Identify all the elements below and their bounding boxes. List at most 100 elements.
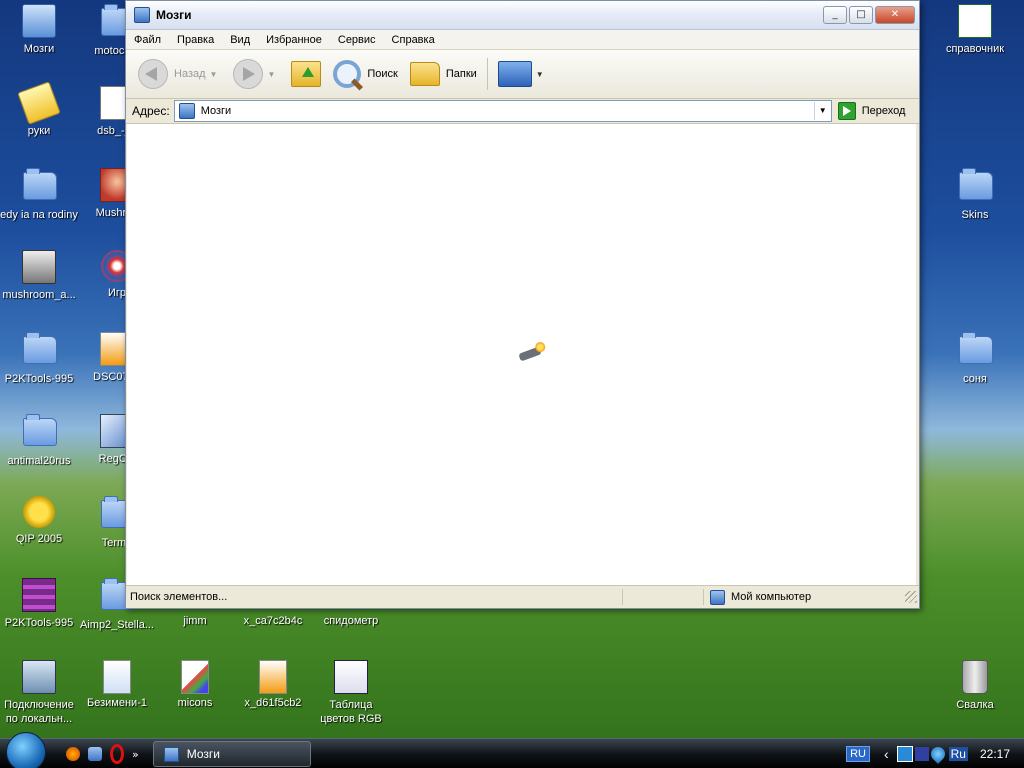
system-tray: RU ‹ Ru 22:17 <box>846 739 1024 768</box>
menu-edit[interactable]: Правка <box>169 34 222 46</box>
desktop-icon-label: Подключение по локальн... <box>4 699 74 725</box>
computer-icon <box>22 4 56 38</box>
desktop-icon-qip[interactable]: QIP 2005 <box>0 496 78 546</box>
go-arrow-icon <box>837 102 856 120</box>
desktop-icon-label: P2KTools-995 <box>4 373 74 385</box>
minimize-button[interactable]: _ <box>823 6 847 24</box>
desktop-icon-label: Мозги <box>23 43 55 55</box>
taskbar-button-mozgi[interactable]: Мозги <box>152 741 311 767</box>
quick-launch: » <box>66 744 139 764</box>
desktop-icon-label: mushroom_a... <box>2 289 76 301</box>
status-bar: Поиск элементов... Мой компьютер <box>126 585 919 608</box>
word-doc-icon <box>334 660 368 694</box>
desktop-icon-label: Безимени-1 <box>87 697 147 709</box>
chevron-down-icon[interactable]: ▼ <box>267 70 275 79</box>
desktop-icon-network[interactable]: Подключение по локальн... <box>0 660 78 726</box>
window-title: Мозги <box>156 8 192 22</box>
up-button[interactable] <box>285 56 327 92</box>
desktop-icon-x-d61f[interactable]: x_d61f5cb2 <box>234 660 312 710</box>
toolbar: Назад ▼ ▼ Поиск Папки ▼ <box>126 50 919 99</box>
explorer-window[interactable]: Мозги _ □ ✕ Файл Правка Вид Избранное Се… <box>125 0 920 609</box>
tray-app-icon[interactable] <box>896 746 913 762</box>
desktop-icon-label: соня <box>963 373 987 385</box>
folders-button[interactable]: Папки <box>404 56 483 92</box>
forward-button[interactable]: ▼ <box>227 56 285 92</box>
folder-icon <box>23 332 57 368</box>
desktop-icon-edy[interactable]: edy ia na rodiny <box>0 168 78 222</box>
desktop-icon-svalka[interactable]: Свалка <box>936 660 1014 712</box>
app-icon <box>22 250 56 284</box>
desktop-icon-mushroom-a[interactable]: mushroom_a... <box>0 250 78 302</box>
menu-file[interactable]: Файл <box>126 34 169 46</box>
doc-icon <box>179 660 211 694</box>
firefox-icon[interactable] <box>66 747 80 761</box>
status-pane <box>622 589 703 605</box>
desktop-icon-rgb-table[interactable]: Таблица цветов RGB <box>312 660 390 726</box>
status-zone-label: Мой компьютер <box>731 591 812 603</box>
desktop-icon-antimal[interactable]: antimal20rus <box>0 414 78 468</box>
show-desktop-icon[interactable] <box>88 747 102 761</box>
status-zone: Мой компьютер <box>703 589 919 605</box>
go-button[interactable]: Переход <box>837 102 906 120</box>
desktop-icon-ruki[interactable]: руки <box>0 81 78 138</box>
menu-tools[interactable]: Сервис <box>330 34 384 46</box>
folder-icon <box>23 168 57 204</box>
desktop-icon-label: Aimp2_Stella... <box>80 619 154 631</box>
search-label: Поиск <box>367 68 398 80</box>
start-button[interactable] <box>6 732 46 768</box>
address-dropdown-button[interactable]: ▼ <box>813 102 831 120</box>
back-button[interactable]: Назад ▼ <box>132 56 227 92</box>
language-indicator[interactable]: RU <box>846 746 870 762</box>
desktop-icon-p2ktools-folder[interactable]: P2KTools-995 <box>0 332 78 386</box>
folder-icon <box>959 332 993 368</box>
tray-drop-icon[interactable] <box>927 744 948 764</box>
close-button[interactable]: ✕ <box>875 6 915 24</box>
chevron-down-icon[interactable]: ▼ <box>536 70 544 79</box>
tray-expand-icon[interactable]: ‹ <box>884 746 889 762</box>
image-icon <box>257 660 289 694</box>
tray-antivirus-icon[interactable] <box>914 747 929 761</box>
computer-icon <box>163 746 179 762</box>
address-value: Мозги <box>200 105 232 117</box>
tray-language[interactable]: Ru <box>948 747 968 761</box>
maximize-button[interactable]: □ <box>849 6 873 24</box>
status-text: Поиск элементов... <box>130 591 228 603</box>
desktop-icon-bezimeni[interactable]: Безимени-1 <box>78 660 156 710</box>
menu-favorites[interactable]: Избранное <box>258 34 330 46</box>
desktop-icon-mozgi[interactable]: Мозги <box>0 4 78 56</box>
folders-icon <box>409 62 440 86</box>
views-button[interactable]: ▼ <box>492 56 554 92</box>
address-bar: Адрес: Мозги ▼ Переход <box>126 99 919 124</box>
clock[interactable]: 22:17 <box>980 747 1010 761</box>
desktop-icon-label: Skins <box>961 209 989 221</box>
desktop-icon-sonya[interactable]: соня <box>936 332 1014 386</box>
folder-content-area[interactable] <box>127 123 916 585</box>
title-bar[interactable]: Мозги _ □ ✕ <box>126 1 919 30</box>
desktop-icon-micons[interactable]: micons <box>156 660 234 710</box>
search-button[interactable]: Поиск <box>327 56 403 92</box>
folder-icon <box>959 168 993 204</box>
go-label: Переход <box>861 105 906 117</box>
address-input[interactable]: Мозги ▼ <box>173 100 832 122</box>
menu-help[interactable]: Справка <box>384 34 443 46</box>
chevron-down-icon[interactable]: ▼ <box>210 70 218 79</box>
qip-icon <box>23 496 55 528</box>
desktop-icon-x-ca7c[interactable]: x_ca7c2b4c <box>234 614 312 628</box>
quick-launch-chevron-icon[interactable]: » <box>132 748 139 761</box>
desktop-icon-spidometr[interactable]: спидометр <box>312 614 390 628</box>
taskbar: » Мозги RU ‹ Ru 22:17 <box>0 732 1024 768</box>
desktop-icon-jimm[interactable]: jimm <box>156 614 234 628</box>
desktop-icon-label: P2KTools-995 <box>4 617 74 629</box>
desktop-icon-p2ktools-archive[interactable]: P2KTools-995 <box>0 578 78 630</box>
resize-grip-icon[interactable] <box>905 591 917 603</box>
folders-label: Папки <box>445 68 477 80</box>
desktop-icon-label: спидометр <box>323 615 379 627</box>
desktop-icon-spravochnik[interactable]: справочник <box>936 4 1014 56</box>
opera-icon[interactable] <box>110 744 124 764</box>
menu-view[interactable]: Вид <box>222 34 258 46</box>
searching-flashlight-icon <box>518 346 542 362</box>
desktop-icon-label: antimal20rus <box>7 455 71 467</box>
desktop-icon-label: Игр <box>107 287 127 299</box>
desktop-icon-skins[interactable]: Skins <box>936 168 1014 222</box>
desktop-icon-label: x_d61f5cb2 <box>244 697 302 709</box>
